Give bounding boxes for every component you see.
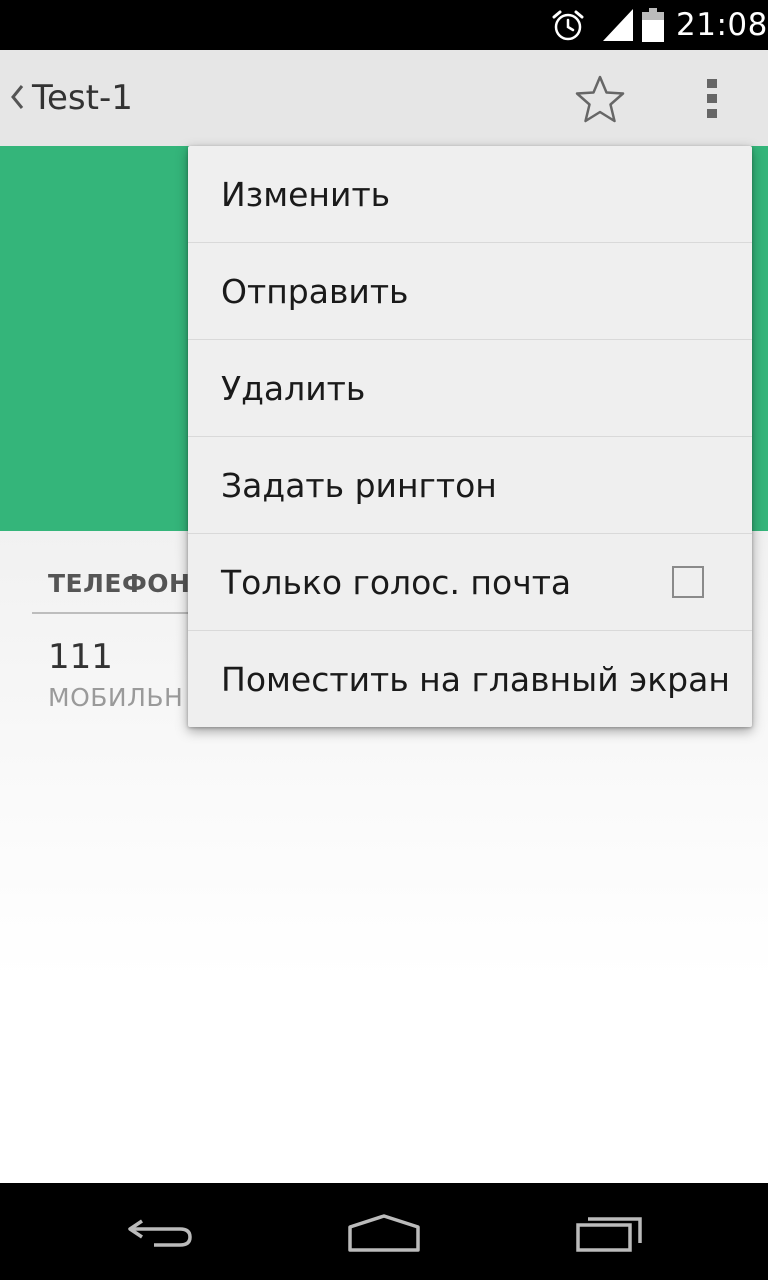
battery-icon: [642, 8, 664, 42]
alarm-icon: [552, 10, 584, 41]
star-icon[interactable]: [574, 74, 626, 124]
menu-item-label: Удалить: [221, 369, 366, 408]
navigation-bar: [0, 1183, 768, 1280]
menu-item-label: Только голос. почта: [221, 563, 572, 602]
back-icon[interactable]: [124, 1215, 196, 1251]
menu-item-edit[interactable]: Изменить: [188, 146, 752, 243]
phone-number[interactable]: 111: [48, 637, 113, 677]
menu-item-add-to-home[interactable]: Поместить на главный экран: [188, 631, 752, 727]
action-bar: Test-1: [0, 50, 768, 146]
back-chevron-icon[interactable]: [8, 82, 26, 112]
phone-type-label: МОБИЛЬН: [48, 683, 184, 712]
menu-item-set-ringtone[interactable]: Задать рингтон: [188, 437, 752, 534]
menu-item-share[interactable]: Отправить: [188, 243, 752, 340]
recent-apps-icon[interactable]: [574, 1213, 646, 1253]
status-time: 21:08: [676, 7, 768, 43]
signal-icon: [603, 9, 633, 41]
menu-item-voicemail-only[interactable]: Только голос. почта: [188, 534, 752, 631]
phone-section-label: ТЕЛЕФОН: [48, 569, 191, 598]
home-icon[interactable]: [346, 1213, 422, 1253]
menu-item-label: Задать рингтон: [221, 466, 497, 505]
contact-title[interactable]: Test-1: [32, 78, 133, 118]
status-bar: 21:08: [0, 0, 768, 50]
menu-item-delete[interactable]: Удалить: [188, 340, 752, 437]
overflow-popup-menu: Изменить Отправить Удалить Задать рингто…: [188, 146, 752, 727]
menu-item-label: Поместить на главный экран: [221, 660, 730, 699]
menu-item-label: Изменить: [221, 175, 391, 214]
voicemail-only-checkbox[interactable]: [672, 566, 704, 598]
menu-item-label: Отправить: [221, 272, 409, 311]
screen: 21:08 Test-1 ТЕЛЕФОН 111 МОБИЛЬН Изменит…: [0, 0, 768, 1280]
overflow-menu-icon[interactable]: [700, 76, 724, 122]
